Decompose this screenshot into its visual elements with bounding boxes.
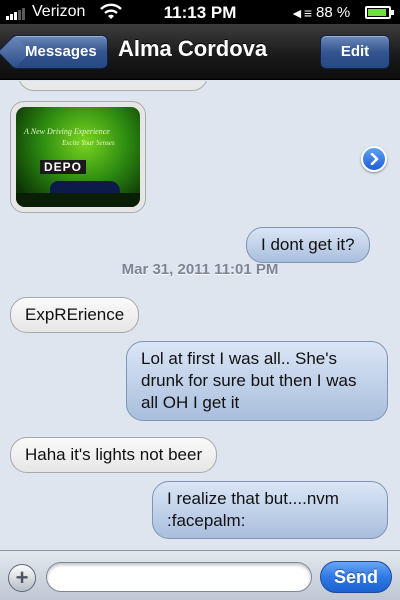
message-bubble-outgoing[interactable]: I realize that but....nvm :facepalm: <box>152 481 388 539</box>
previous-message-bubble <box>18 81 208 91</box>
edit-button[interactable]: Edit <box>320 35 390 69</box>
message-bubble-incoming[interactable]: Haha it's lights not beer <box>10 437 218 473</box>
message-bubble-outgoing[interactable]: I dont get it? <box>246 227 370 263</box>
battery-percent: 88 % <box>316 4 351 21</box>
message-timestamp: Mar 31, 2011 11:01 PM <box>121 261 279 278</box>
message-composer: + Send <box>0 550 400 600</box>
back-button-label: Messages <box>25 43 97 60</box>
photo-brand-text: DEPO <box>40 160 87 174</box>
add-attachment-button[interactable]: + <box>8 564 36 592</box>
photo-thumbnail[interactable]: A New Driving Experience Excite Your Sen… <box>16 107 140 207</box>
chevron-right-icon <box>370 153 379 165</box>
photo-caption-line1: A New Driving Experience <box>24 127 110 136</box>
volume-icon: ◄≡ <box>290 5 313 21</box>
status-bar: Verizon 11:13 PM ◄≡ 88 % <box>0 0 400 24</box>
send-button[interactable]: Send <box>320 561 392 593</box>
conversation-title: Alma Cordova <box>118 36 268 61</box>
message-thread[interactable]: A New Driving Experience Excite Your Sen… <box>0 81 400 550</box>
message-bubble-incoming[interactable]: ExpRErience <box>10 297 140 333</box>
photo-caption-line2: Excite Your Senses <box>62 139 115 147</box>
messages-back-button[interactable]: Messages <box>10 35 108 69</box>
battery-icon <box>365 6 394 19</box>
photo-detail-button[interactable] <box>361 146 387 172</box>
photo-message[interactable]: A New Driving Experience Excite Your Sen… <box>10 101 146 213</box>
message-input[interactable] <box>46 562 312 592</box>
photo-ground <box>16 193 140 207</box>
message-bubble-outgoing[interactable]: Lol at first I was all.. She's drunk for… <box>126 341 388 421</box>
nav-bar: Messages Alma Cordova Edit <box>0 24 400 80</box>
